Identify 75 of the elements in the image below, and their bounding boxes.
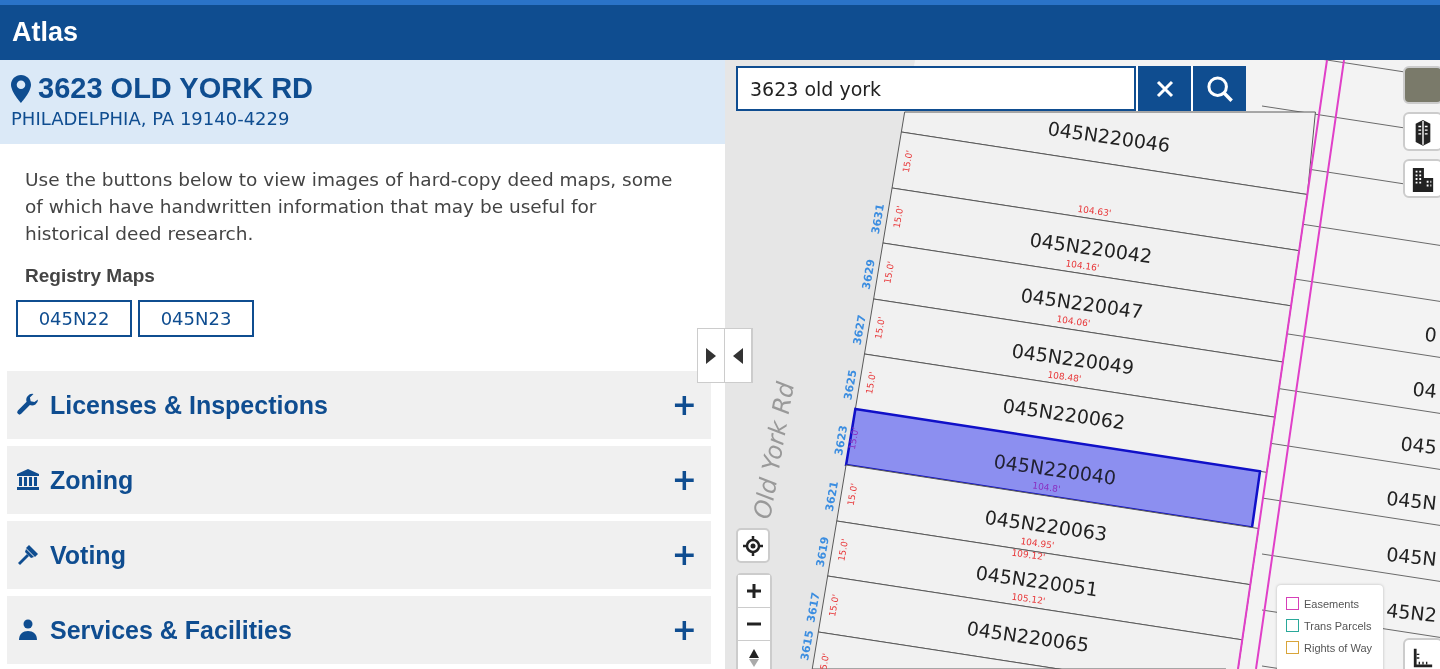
- frontage-dimension: 15.0': [891, 205, 906, 229]
- compass-icon: [748, 647, 760, 667]
- frontage-dimension: 15.0': [846, 426, 861, 451]
- expand-toggle[interactable]: +: [671, 390, 697, 420]
- house-number: 3615: [798, 629, 817, 662]
- accordion-title: Services & Facilities: [50, 615, 293, 645]
- expand-toggle[interactable]: +: [671, 465, 697, 495]
- expand-toggle[interactable]: +: [671, 615, 697, 645]
- frontage-dimension: 5.0': [818, 652, 832, 669]
- expand-toggle[interactable]: +: [671, 540, 697, 570]
- frontage-dimension: 15.0': [827, 593, 841, 618]
- house-number: 3619: [813, 535, 832, 569]
- house-number: 3629: [859, 258, 878, 291]
- parcel-number: 045N220046: [1046, 117, 1172, 157]
- lot-dimension: 109.12': [1010, 547, 1046, 563]
- measure-button[interactable]: [1403, 638, 1440, 669]
- frontage-dimension: 15.0': [836, 538, 851, 562]
- section-heading: Registry Maps: [25, 265, 155, 287]
- search-icon: [1205, 74, 1234, 103]
- house-number: 3625: [841, 368, 860, 402]
- map-pin-icon: [11, 74, 31, 103]
- registry-map-button[interactable]: 045N22: [16, 300, 132, 337]
- house-number: 3631: [869, 202, 888, 236]
- accordion-header[interactable]: Licenses & Inspections +: [7, 371, 711, 439]
- parcel-number: 045N: [1385, 542, 1438, 570]
- accordion-title: Voting: [50, 540, 127, 570]
- parcel-number: 045: [1399, 432, 1438, 458]
- accordion-title: Zoning: [50, 465, 135, 495]
- parcel[interactable]: [900, 111, 1316, 196]
- caret-right-icon: [706, 347, 716, 364]
- frontage-dimension: 15.0': [882, 260, 897, 285]
- legend-label: Trans Parcels: [1304, 619, 1372, 632]
- accordion-title: Licenses & Inspections: [50, 390, 329, 420]
- frontage-dimension: 15.0': [845, 482, 860, 507]
- search-button[interactable]: [1191, 66, 1246, 111]
- crosshair-icon: [743, 535, 763, 556]
- legend-label: Easements: [1304, 597, 1360, 610]
- lot-dimension: 104.63': [1076, 203, 1112, 219]
- accordion-header[interactable]: Zoning +: [7, 446, 711, 514]
- clear-button[interactable]: [1136, 66, 1191, 111]
- address-title: 3623 OLD YORK RD: [38, 72, 314, 105]
- parcel-number: 045N220065: [965, 617, 1091, 656]
- registry-map-button[interactable]: 045N23: [138, 300, 254, 337]
- address-city: PHILADELPHIA, PA 19140-4229: [11, 108, 290, 129]
- frontage-dimension: 15.0': [873, 316, 887, 340]
- wrench-icon: [16, 393, 40, 417]
- person-icon: [16, 618, 40, 642]
- plus-icon: [746, 583, 762, 599]
- zoom-in-button[interactable]: [738, 575, 770, 608]
- close-icon: [1154, 78, 1175, 99]
- house-number: 3617: [804, 591, 823, 624]
- frontage-dimension: 15.0': [900, 149, 915, 174]
- 3d-buildings-button[interactable]: [1403, 112, 1440, 151]
- parcel-number: 045N: [1385, 486, 1438, 514]
- buildings-button[interactable]: [1403, 159, 1440, 198]
- accordion-header[interactable]: Voting +: [7, 521, 711, 589]
- house-number: 3621: [822, 480, 842, 513]
- accordion-header[interactable]: Services & Facilities +: [7, 596, 711, 664]
- search-field[interactable]: 3623 old york: [736, 66, 1136, 111]
- bank-icon: [16, 468, 40, 492]
- gavel-icon: [16, 543, 40, 567]
- intro-text: Use the buttons below to view images of hard-copy deed maps, some of which have handwritten information that may be useful for historical deed research.: [25, 168, 674, 246]
- parcel-number: 045N220062: [1001, 394, 1127, 434]
- street-label: Old York Rd: [748, 379, 800, 522]
- parcel-number: 45N2: [1385, 598, 1438, 626]
- frontage-dimension: 15.0': [864, 371, 878, 395]
- legend-label: Rights of Way: [1304, 641, 1373, 654]
- ruler-icon: [1412, 646, 1434, 669]
- parcel-number: 0: [1423, 322, 1438, 346]
- aerial-view-button[interactable]: [1403, 66, 1440, 104]
- locate-button[interactable]: [736, 528, 770, 563]
- house-number: 3627: [850, 313, 869, 347]
- caret-left-icon: [733, 347, 743, 364]
- app-title: Atlas: [12, 17, 79, 48]
- parcel-number: 04: [1411, 377, 1438, 402]
